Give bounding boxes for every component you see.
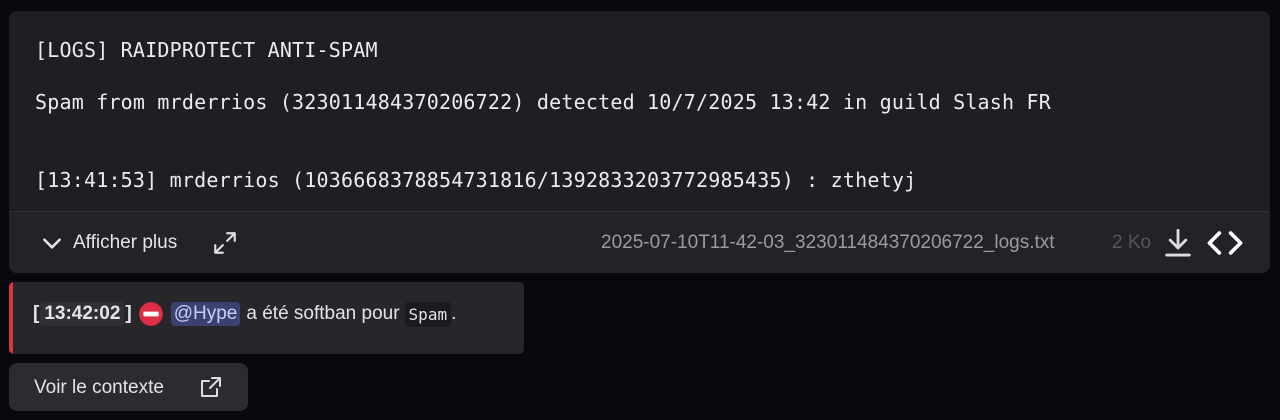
expand-label: Afficher plus bbox=[73, 232, 178, 253]
file-footer: Afficher plus 2025-07-10T11-42-03_323011… bbox=[9, 211, 1270, 273]
chevron-down-icon bbox=[43, 238, 61, 249]
preview-line-message: [13:41:53] mrderrios (103666837885473181… bbox=[35, 168, 917, 192]
embed-description: [13:42:02] @Hype a été softban pour Spam… bbox=[33, 299, 456, 329]
file-preview: [LOGS] RAIDPROTECT ANTI-SPAM Spam from m… bbox=[9, 11, 1270, 211]
sentence-end: . bbox=[451, 303, 457, 324]
view-code-button[interactable] bbox=[1205, 226, 1245, 260]
timestamp-bracket-open: [ bbox=[33, 303, 40, 324]
timestamp-bracket-close: ] bbox=[125, 303, 132, 324]
external-link-icon bbox=[201, 377, 221, 397]
timestamp-time: 13:42:02 bbox=[40, 302, 125, 326]
expand-arrows-icon bbox=[214, 232, 236, 254]
user-mention[interactable]: @Hype bbox=[170, 302, 241, 326]
softban-text: a été softban pour bbox=[246, 303, 400, 324]
fullscreen-button[interactable] bbox=[212, 230, 238, 256]
view-context-label: Voir le contexte bbox=[34, 377, 164, 398]
code-icon bbox=[1207, 231, 1243, 255]
download-button[interactable] bbox=[1161, 226, 1195, 260]
expand-button[interactable]: Afficher plus bbox=[39, 230, 177, 256]
preview-line-title: [LOGS] RAIDPROTECT ANTI-SPAM bbox=[35, 38, 378, 62]
timestamp: [13:42:02] bbox=[33, 302, 132, 326]
download-icon bbox=[1165, 228, 1191, 257]
file-size: 2 Ko bbox=[1112, 232, 1152, 253]
softban-embed: [13:42:02] @Hype a été softban pour Spam… bbox=[9, 282, 524, 354]
preview-line-spam-detected: Spam from mrderrios (323011484370206722)… bbox=[35, 90, 1052, 114]
file-name[interactable]: 2025-07-10T11-42-03_323011484370206722_l… bbox=[601, 232, 1055, 254]
text-file-attachment: [LOGS] RAIDPROTECT ANTI-SPAM Spam from m… bbox=[9, 11, 1270, 273]
view-context-button[interactable]: Voir le contexte bbox=[9, 363, 248, 411]
ban-reason-code: Spam bbox=[404, 301, 452, 327]
embed-accent-bar bbox=[9, 282, 13, 354]
no-entry-icon bbox=[138, 302, 163, 326]
